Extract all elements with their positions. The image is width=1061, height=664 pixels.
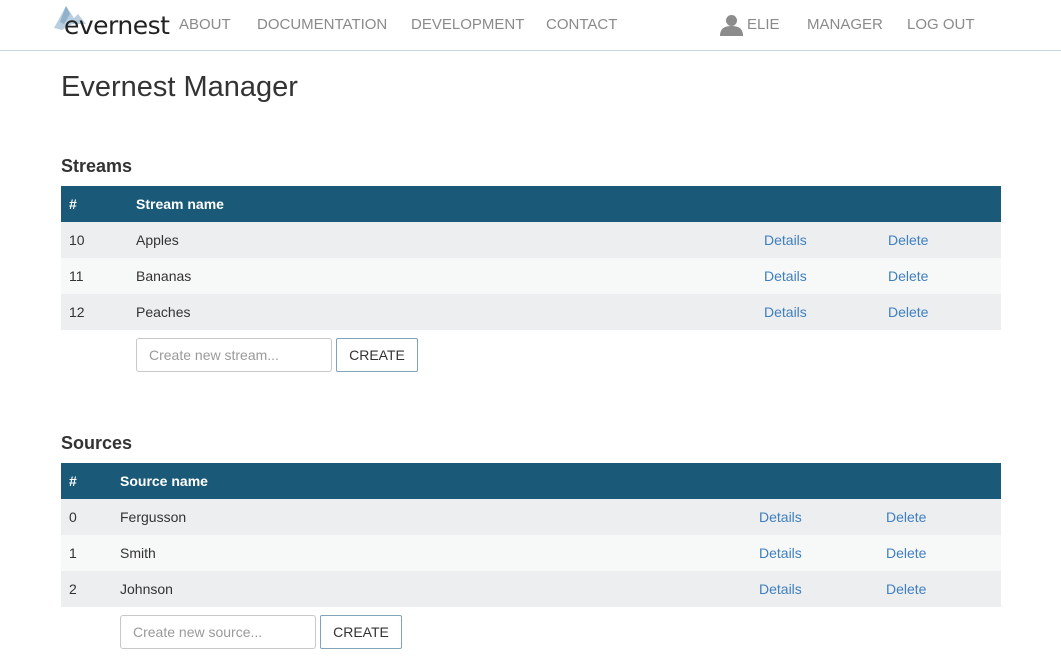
source-name: Johnson xyxy=(120,581,173,597)
stream-delete-link[interactable]: Delete xyxy=(888,304,928,320)
nav-link-documentation[interactable]: Documentation xyxy=(257,16,387,34)
top-navbar: evernest About Documentation Development… xyxy=(0,0,1061,51)
table-row: 10 Apples Details Delete xyxy=(61,222,1001,258)
source-id: 0 xyxy=(69,509,77,525)
user-icon xyxy=(720,15,743,36)
source-id: 1 xyxy=(69,545,77,561)
stream-name: Bananas xyxy=(136,268,192,284)
create-stream-button[interactable]: Create xyxy=(336,338,418,372)
table-row: 2 Johnson Details Delete xyxy=(61,571,1001,607)
table-row: 12 Peaches Details Delete xyxy=(61,294,1001,330)
source-delete-link[interactable]: Delete xyxy=(886,509,926,525)
stream-details-link[interactable]: Details xyxy=(764,304,807,320)
stream-id: 10 xyxy=(69,232,85,248)
streams-section-title: Streams xyxy=(61,156,133,176)
nav-link-manager[interactable]: Manager xyxy=(807,16,883,34)
stream-id: 12 xyxy=(69,304,85,320)
column-header-source-name: Source name xyxy=(120,473,208,489)
streams-table: # Stream name 10 Apples Details Delete 1… xyxy=(61,186,1001,330)
stream-delete-link[interactable]: Delete xyxy=(888,268,928,284)
nav-link-development[interactable]: Development xyxy=(411,16,524,34)
source-name: Fergusson xyxy=(120,509,187,525)
stream-name: Apples xyxy=(136,232,179,248)
source-delete-link[interactable]: Delete xyxy=(886,581,926,597)
stream-name: Peaches xyxy=(136,304,191,320)
streams-table-header: # Stream name xyxy=(61,186,1001,222)
stream-id: 11 xyxy=(69,268,84,284)
source-id: 2 xyxy=(69,581,77,597)
column-header-id: # xyxy=(69,473,77,489)
column-header-stream-name: Stream name xyxy=(136,196,224,212)
sources-table-header: # Source name xyxy=(61,463,1001,499)
create-source-button[interactable]: Create xyxy=(320,615,402,649)
sources-section-title: Sources xyxy=(61,433,133,453)
source-details-link[interactable]: Details xyxy=(759,509,802,525)
nav-user-name[interactable]: Elie xyxy=(747,16,780,34)
stream-details-link[interactable]: Details xyxy=(764,268,807,284)
brand-logo[interactable]: evernest xyxy=(52,4,170,44)
nav-link-contact[interactable]: Contact xyxy=(546,16,617,34)
table-row: 1 Smith Details Delete xyxy=(61,535,1001,571)
source-delete-link[interactable]: Delete xyxy=(886,545,926,561)
source-name: Smith xyxy=(120,545,156,561)
source-details-link[interactable]: Details xyxy=(759,545,802,561)
stream-delete-link[interactable]: Delete xyxy=(888,232,928,248)
table-row: 11 Bananas Details Delete xyxy=(61,258,1001,294)
sources-table: # Source name 0 Fergusson Details Delete… xyxy=(61,463,1001,607)
nav-link-logout[interactable]: Log out xyxy=(907,16,975,34)
source-details-link[interactable]: Details xyxy=(759,581,802,597)
create-stream-input[interactable] xyxy=(136,338,332,372)
page-title: Evernest Manager xyxy=(61,71,298,103)
create-source-input[interactable] xyxy=(120,615,316,649)
brand-name: evernest xyxy=(64,11,170,40)
nav-link-about[interactable]: About xyxy=(179,16,231,34)
stream-details-link[interactable]: Details xyxy=(764,232,807,248)
column-header-id: # xyxy=(69,196,77,212)
table-row: 0 Fergusson Details Delete xyxy=(61,499,1001,535)
